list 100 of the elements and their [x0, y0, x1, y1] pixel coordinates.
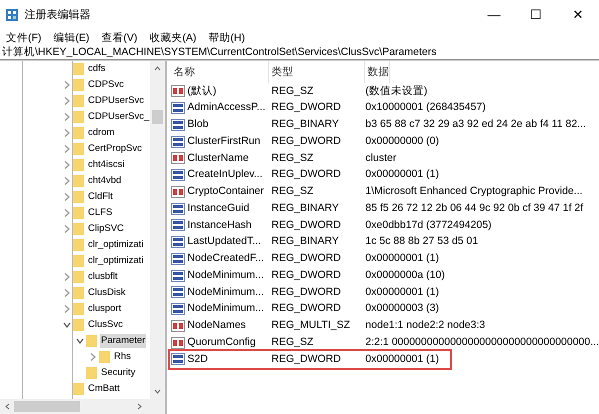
maximize-button[interactable]: ☐	[515, 0, 557, 30]
scroll-down-icon[interactable]	[154, 388, 162, 395]
tree-item[interactable]: ClusDisk	[87, 286, 126, 300]
right-chevron-icon[interactable]	[62, 289, 72, 297]
string-value-icon	[171, 152, 186, 164]
value-data: 1\Microsoft Enhanced Cryptographic Provide...	[365, 184, 583, 199]
vertical-scrollbar[interactable]	[150, 61, 166, 399]
column-header[interactable]: 类型	[269, 61, 366, 83]
binary-value-icon	[171, 286, 186, 298]
folder-icon	[73, 63, 84, 75]
folder-icon	[73, 239, 84, 251]
value-data: 0x00000000 (0)	[365, 134, 439, 149]
tree-item[interactable]: CmBatt	[87, 382, 121, 396]
close-button[interactable]: ✕	[557, 0, 599, 30]
tree-item[interactable]: CldFlt	[87, 190, 114, 204]
window-title: 注册表编辑器	[24, 8, 90, 23]
value-name[interactable]: InstanceGuid	[187, 200, 250, 216]
scroll-left-icon[interactable]	[4, 403, 11, 410]
folder-icon	[73, 383, 84, 395]
right-chevron-icon[interactable]	[62, 225, 72, 233]
value-name[interactable]: NodeNames	[187, 318, 246, 334]
menu-item[interactable]: 编辑(E)	[47, 30, 96, 46]
right-chevron-icon[interactable]	[62, 97, 72, 105]
menu-item[interactable]: 帮助(H)	[202, 30, 251, 46]
down-chevron-icon[interactable]	[62, 321, 72, 329]
value-data: 0x00000001 (1)	[365, 251, 439, 266]
value-name[interactable]: S2D	[187, 352, 208, 368]
right-chevron-icon[interactable]	[62, 209, 72, 217]
right-chevron-icon[interactable]	[62, 161, 72, 169]
value-name[interactable]: NodeMinimum...	[187, 284, 264, 300]
scrollbar-thumb[interactable]	[152, 110, 164, 124]
tree-item[interactable]: cdfs	[87, 62, 106, 76]
value-data: 0x0000000a (10)	[365, 268, 445, 283]
tree-item[interactable]: clusport	[87, 302, 122, 316]
folder-icon	[73, 79, 84, 91]
right-chevron-icon[interactable]	[62, 273, 72, 281]
right-chevron-icon[interactable]	[62, 129, 72, 137]
value-name[interactable]: CryptoContainer	[187, 184, 264, 200]
value-name[interactable]: NodeMinimum...	[187, 268, 264, 284]
value-name[interactable]: ClusterFirstRun	[187, 134, 260, 150]
right-chevron-icon[interactable]	[62, 305, 72, 313]
string-value-icon	[171, 85, 186, 98]
scroll-up-icon[interactable]	[154, 65, 162, 72]
binary-value-icon	[171, 252, 186, 265]
tree-item[interactable]: CLFS	[87, 206, 114, 220]
value-data: cluster	[365, 150, 396, 166]
tree-item[interactable]: clr_optimizati	[87, 254, 144, 268]
value-name[interactable]: NodeMinimum...	[187, 301, 264, 317]
tree-item[interactable]: ClipSVC	[87, 222, 125, 236]
value-type: REG_MULTI_SZ	[270, 318, 351, 333]
tree-item[interactable]: clr_optimizati	[87, 238, 144, 252]
right-chevron-icon[interactable]	[62, 113, 72, 121]
address-path[interactable]: 计算机\HKEY_LOCAL_MACHINE\SYSTEM\CurrentControlSet\Services\ClusSvc\Parameters	[2, 46, 436, 58]
tree-item[interactable]: CDPUserSvc	[87, 94, 145, 108]
right-chevron-icon[interactable]	[62, 193, 72, 201]
right-chevron-icon[interactable]	[88, 353, 98, 361]
folder-icon	[86, 367, 97, 379]
scroll-right-icon[interactable]	[136, 403, 144, 410]
folder-icon	[73, 127, 84, 139]
value-data: 85 f5 26 72 12 2b 06 44 9c 92 0b cf 39 47 1f 2f	[365, 200, 584, 216]
value-name[interactable]: QuorumConfig	[187, 334, 256, 350]
value-name[interactable]: ClusterName	[187, 150, 249, 166]
right-chevron-icon[interactable]	[62, 145, 72, 153]
tree-item[interactable]: ClusSvc	[87, 318, 124, 332]
tree-item[interactable]: cht4iscsi	[87, 158, 126, 172]
column-header[interactable]: 名称	[171, 61, 270, 83]
value-name[interactable]: (默认)	[187, 84, 216, 100]
value-data: 1c 5c 88 8b 27 53 d5 01	[365, 234, 478, 250]
tree-item[interactable]: clusbflt	[87, 270, 119, 284]
right-chevron-icon[interactable]	[62, 81, 72, 89]
tree-item[interactable]: Security	[100, 366, 136, 380]
minimize-button[interactable]: —	[473, 0, 515, 30]
tree-item[interactable]: cdrom	[87, 126, 116, 140]
menu-item[interactable]: 文件(F)	[0, 30, 48, 46]
value-name[interactable]: AdminAccessP...	[187, 100, 266, 116]
column-header[interactable]: 数据	[365, 61, 390, 83]
binary-value-icon	[171, 236, 186, 248]
tree-item[interactable]: Parameter	[100, 334, 146, 348]
value-name[interactable]: NodeCreatedF...	[187, 251, 264, 267]
binary-value-icon	[171, 353, 186, 366]
folder-icon	[73, 191, 84, 203]
value-name[interactable]: Blob	[187, 117, 208, 133]
folder-icon	[73, 159, 84, 171]
value-data: 0x10000001 (268435457)	[365, 100, 486, 116]
value-name[interactable]: CreateInUplev...	[187, 167, 263, 183]
tree-item[interactable]: Rhs	[113, 350, 132, 364]
horizontal-scrollbar[interactable]	[0, 399, 166, 414]
folder-icon	[73, 287, 84, 299]
value-type: REG_DWORD	[270, 251, 342, 266]
scrollbar-thumb[interactable]	[14, 401, 80, 412]
menu-item[interactable]: 查看(V)	[95, 30, 144, 46]
tree-item[interactable]: CDPUserSvc_	[87, 110, 150, 124]
down-chevron-icon[interactable]	[75, 337, 85, 345]
menu-item[interactable]: 收藏夹(A)	[143, 30, 202, 46]
tree-item[interactable]: CertPropSvc	[87, 142, 143, 156]
tree-item[interactable]: cht4vbd	[87, 174, 122, 188]
right-chevron-icon[interactable]	[62, 177, 72, 185]
value-name[interactable]: LastUpdatedT...	[187, 234, 261, 250]
value-name[interactable]: InstanceHash	[187, 218, 252, 234]
tree-item[interactable]: CDPSvc	[87, 78, 125, 92]
